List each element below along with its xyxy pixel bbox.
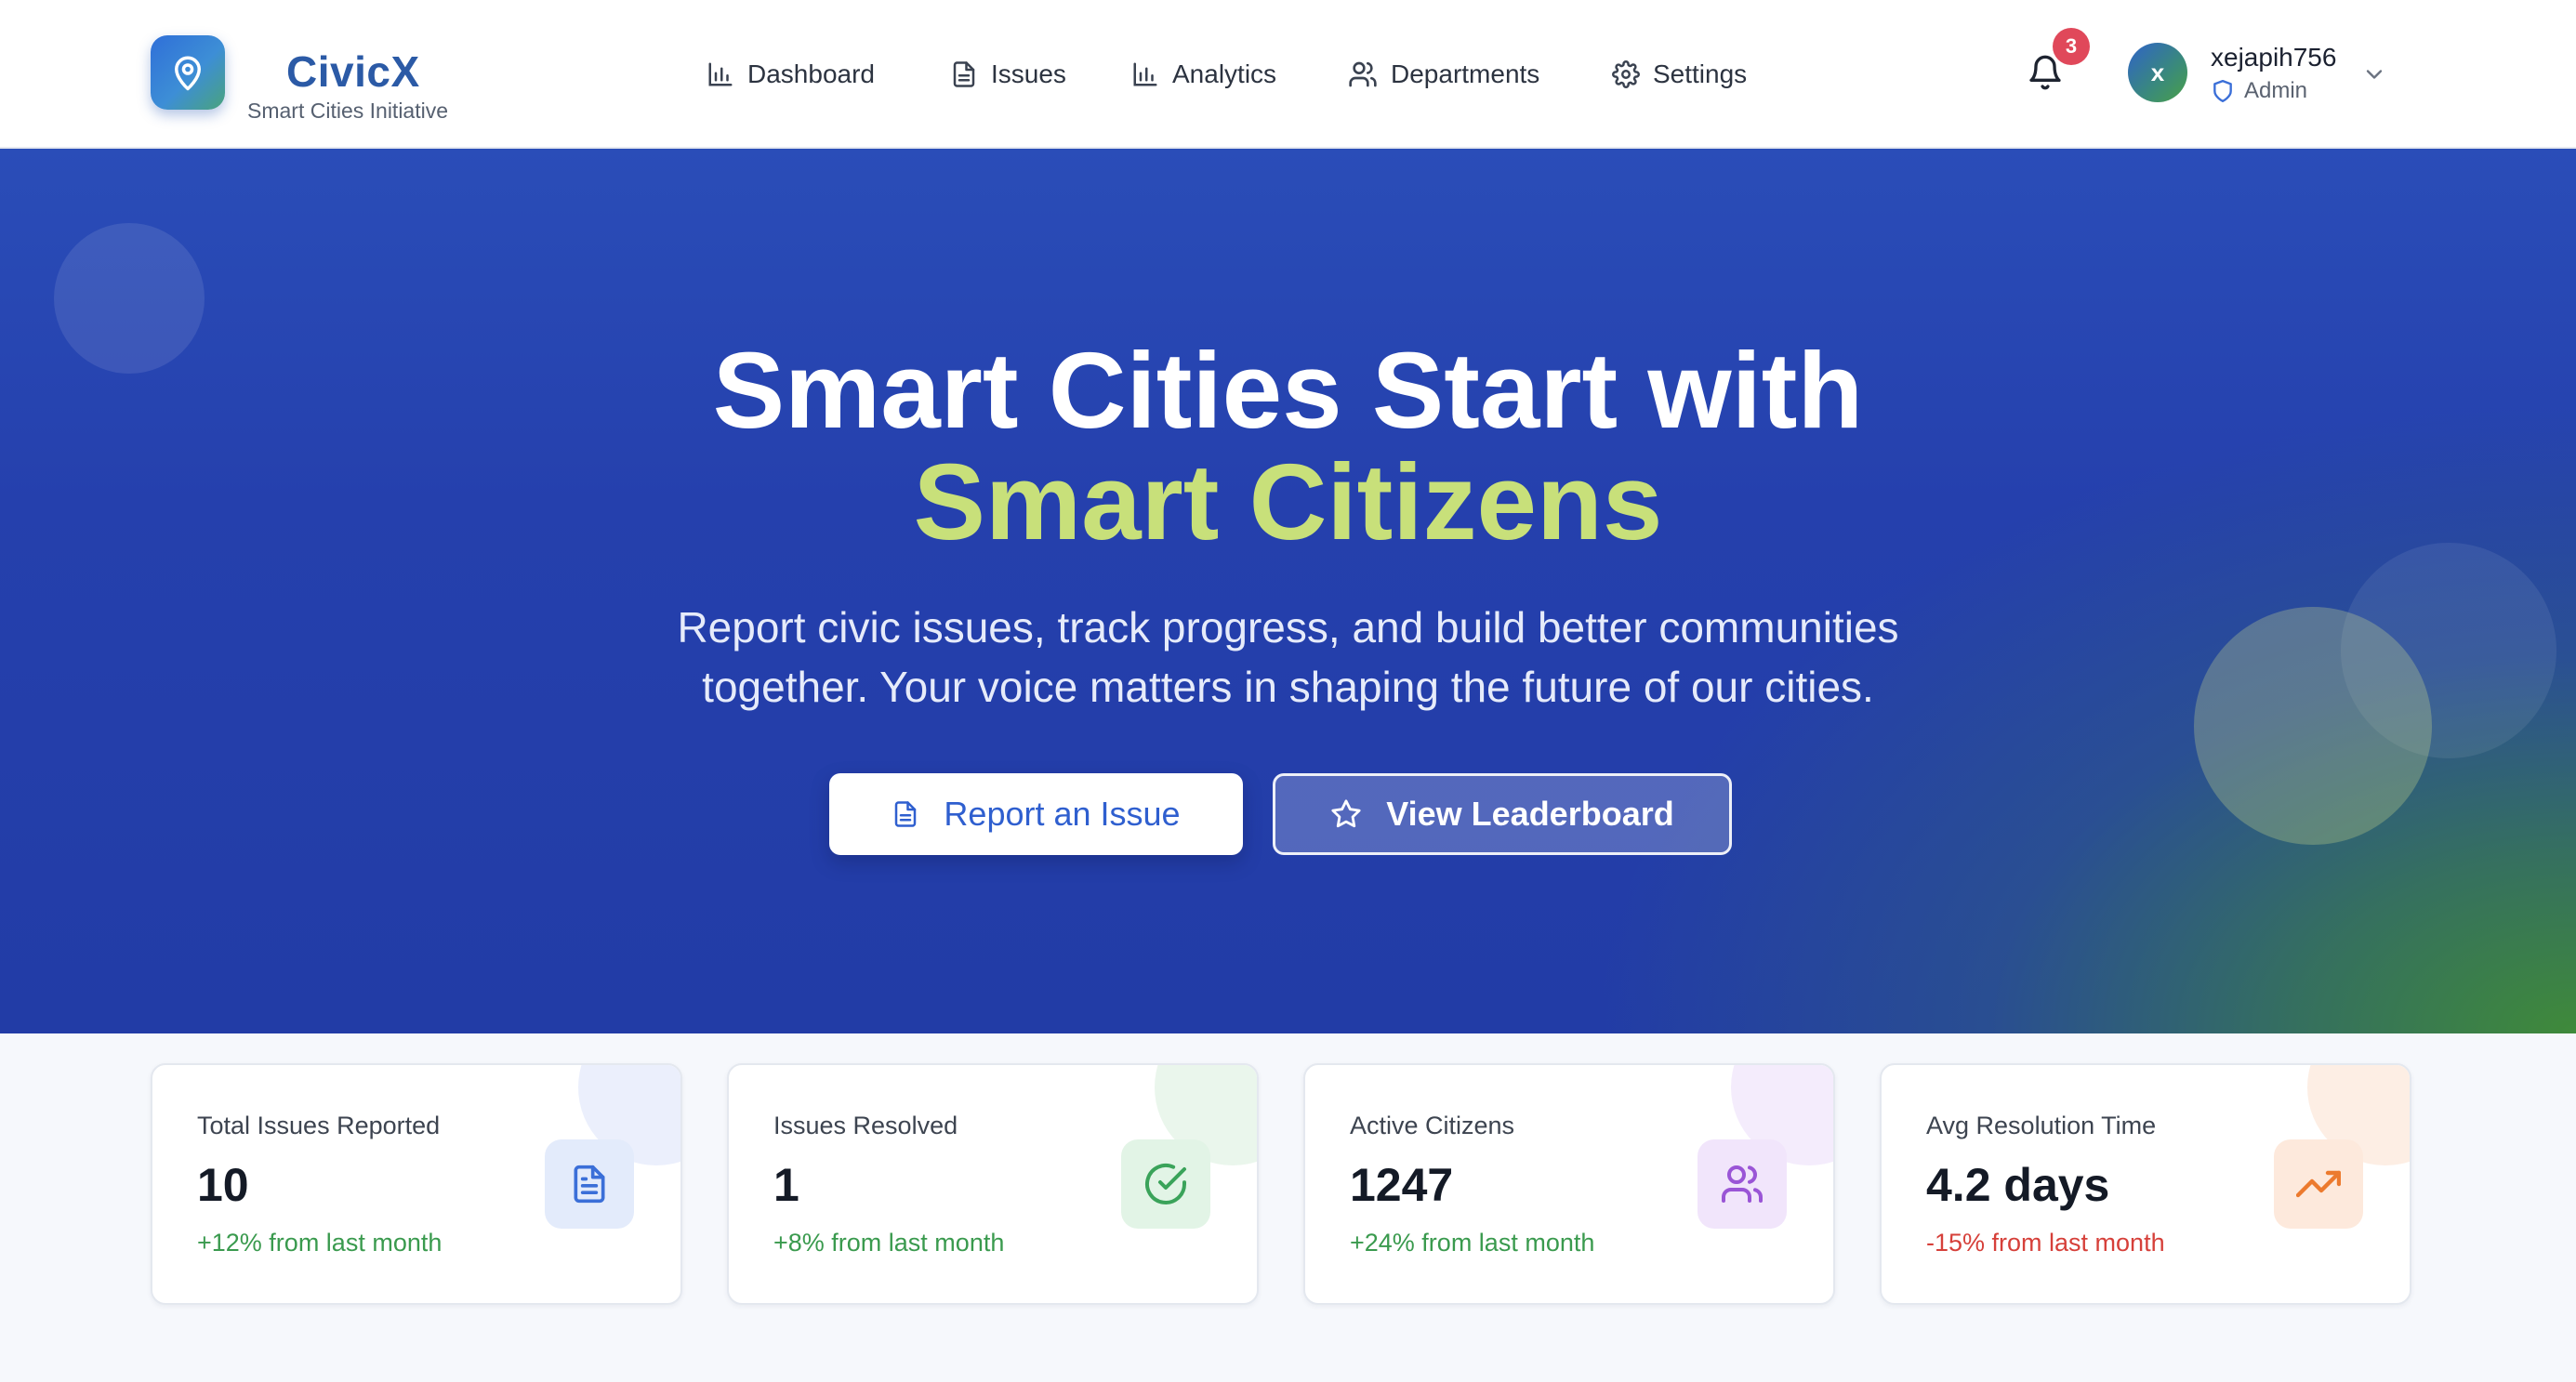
- stat-label: Total Issues Reported: [197, 1112, 441, 1139]
- top-header: CivicX Smart Cities Initiative Dashboard…: [0, 0, 2576, 149]
- check-circle-icon: [1121, 1139, 1210, 1229]
- gear-icon: [1612, 60, 1640, 88]
- view-leaderboard-button[interactable]: View Leaderboard: [1273, 773, 1732, 855]
- shield-icon: [2213, 79, 2232, 103]
- user-role: Admin: [2244, 78, 2308, 103]
- stat-card-active-citizens: Active Citizens 1247 +24% from last mont…: [1303, 1063, 1835, 1305]
- stat-change: -15% from last month: [1926, 1229, 2165, 1257]
- nav-analytics[interactable]: Analytics: [1131, 54, 1276, 95]
- star-icon: [1331, 799, 1361, 828]
- stat-label: Issues Resolved: [773, 1112, 958, 1139]
- report-issue-button[interactable]: Report an Issue: [829, 773, 1243, 855]
- hero-section: Smart Cities Start with Smart Citizens R…: [0, 149, 2576, 1033]
- notification-count-badge: 3: [2053, 28, 2090, 65]
- nav-settings-label: Settings: [1653, 59, 1748, 88]
- stat-value: 1247: [1350, 1159, 1454, 1211]
- stat-value: 1: [773, 1159, 799, 1211]
- avatar[interactable]: x: [2128, 43, 2187, 102]
- nav-settings[interactable]: Settings: [1612, 54, 1747, 95]
- hero-title-line-1: Smart Cities Start with: [712, 330, 1864, 451]
- nav-issues-label: Issues: [991, 59, 1066, 88]
- hero-subtitle-line-1: Report civic issues, track progress, and…: [677, 603, 1899, 652]
- stat-label: Avg Resolution Time: [1926, 1112, 2157, 1139]
- stat-value: 4.2 days: [1926, 1159, 2110, 1211]
- user-name[interactable]: xejapih756: [2211, 43, 2336, 72]
- hero-title-line-2: Smart Citizens: [913, 441, 1663, 562]
- report-issue-label: Report an Issue: [944, 795, 1181, 833]
- document-icon: [895, 801, 917, 827]
- view-leaderboard-label: View Leaderboard: [1386, 795, 1674, 833]
- brand-subtitle: Smart Cities Initiative: [247, 99, 449, 123]
- bar-chart-icon: [1133, 62, 1157, 86]
- bar-chart-icon: [708, 62, 733, 86]
- document-icon: [545, 1139, 634, 1229]
- hero-subtitle-line-2: together. Your voice matters in shaping …: [702, 663, 1874, 711]
- chevron-down-icon[interactable]: [2361, 61, 2387, 87]
- trending-up-icon: [2274, 1139, 2363, 1229]
- nav-dashboard-label: Dashboard: [747, 59, 875, 88]
- nav-issues[interactable]: Issues: [950, 54, 1066, 95]
- nav-dashboard[interactable]: Dashboard: [707, 54, 875, 95]
- stat-card-issues-resolved: Issues Resolved 1 +8% from last month: [727, 1063, 1259, 1305]
- stat-value: 10: [197, 1159, 249, 1211]
- stat-change: +8% from last month: [773, 1229, 1005, 1257]
- nav-analytics-label: Analytics: [1172, 59, 1277, 88]
- stat-card-total-issues: Total Issues Reported 10 +12% from last …: [151, 1063, 682, 1305]
- nav-departments-label: Departments: [1391, 59, 1540, 88]
- users-icon: [1698, 1139, 1787, 1229]
- users-icon: [1349, 61, 1377, 87]
- nav-departments[interactable]: Departments: [1348, 54, 1539, 95]
- user-role-row: Admin: [2211, 78, 2307, 104]
- stat-change: +12% from last month: [197, 1229, 443, 1257]
- stat-label: Active Citizens: [1350, 1112, 1515, 1139]
- stat-change: +24% from last month: [1350, 1229, 1595, 1257]
- logo-map-pin-icon[interactable]: [151, 35, 225, 110]
- brand-name[interactable]: CivicX: [286, 46, 420, 97]
- document-icon: [953, 61, 975, 87]
- stat-card-avg-resolution: Avg Resolution Time 4.2 days -15% from l…: [1880, 1063, 2411, 1305]
